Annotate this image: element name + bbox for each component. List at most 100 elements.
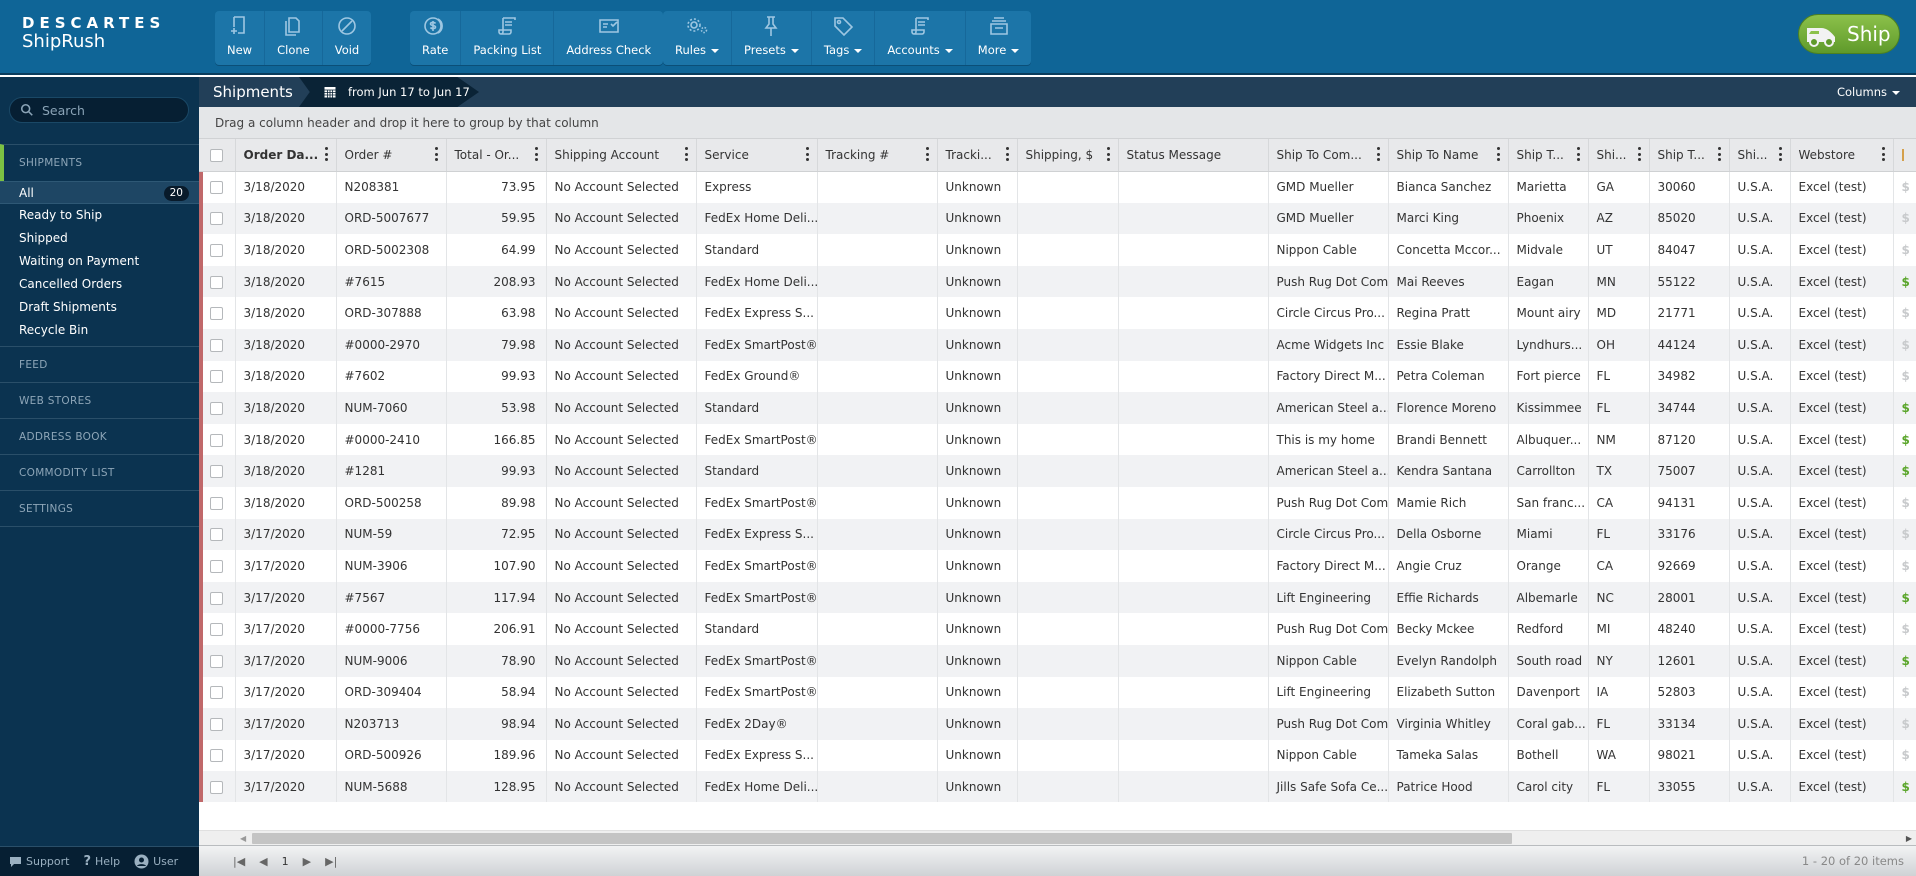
table-row[interactable]: 3/17/2020 NUM-9006 78.90 No Account Selecte… — [199, 644, 1916, 677]
cell-ship-to-state[interactable]: FL — [1588, 392, 1650, 424]
cell-tracking-status[interactable]: Unknown — [937, 486, 1018, 519]
cell-ship-to-company[interactable]: This is my home — [1268, 423, 1389, 456]
cell-tracking-number[interactable] — [817, 739, 938, 772]
cell-webstore[interactable]: Excel (test) — [1790, 676, 1894, 709]
cell-ship-to-city[interactable]: Albemarle — [1508, 581, 1589, 614]
cell-order-date[interactable]: 3/17/2020 — [235, 550, 337, 582]
row-checkbox[interactable] — [210, 275, 224, 289]
date-range-filter[interactable]: from Jun 17 to Jun 17 — [299, 77, 479, 107]
cell-order-number[interactable]: ORD-5002308 — [336, 234, 447, 266]
cell-ship-to-company[interactable]: Nippon Cable — [1268, 739, 1389, 772]
cell-shipping-cost[interactable] — [1017, 328, 1119, 361]
sidebar-section-commodity-list[interactable]: COMMODITY LIST — [0, 454, 199, 490]
row-select-cell[interactable] — [199, 550, 236, 582]
cell-order-number[interactable]: NUM-59 — [336, 518, 447, 551]
column-menu-icon[interactable] — [1106, 147, 1110, 161]
cell-status-message[interactable] — [1118, 613, 1269, 645]
column-menu-icon[interactable] — [1881, 147, 1885, 161]
cell-total[interactable]: 166.85 — [446, 423, 547, 456]
cell-ship-to-state[interactable]: FL — [1588, 360, 1650, 393]
table-row[interactable]: 3/18/2020 #0000-2970 79.98 No Account Selec… — [199, 328, 1916, 361]
row-select-cell[interactable] — [199, 392, 236, 424]
cell-ship-to-country[interactable]: U.S.A. — [1729, 265, 1791, 298]
cell-order-date[interactable]: 3/17/2020 — [235, 644, 337, 677]
cell-ship-to-country[interactable]: U.S.A. — [1729, 297, 1791, 329]
cell-ship-to-zip[interactable]: 34744 — [1649, 392, 1730, 424]
cell-shipping-account[interactable]: No Account Selected — [546, 423, 697, 456]
cell-order-number[interactable]: ORD-500926 — [336, 739, 447, 772]
cell-webstore[interactable]: Excel (test) — [1790, 234, 1894, 266]
cell-webstore[interactable]: Excel (test) — [1790, 392, 1894, 424]
cell-order-number[interactable]: #1281 — [336, 455, 447, 487]
cell-ship-to-name[interactable]: Evelyn Randolph — [1388, 644, 1509, 677]
sidebar-item-waiting-on-payment[interactable]: Waiting on Payment — [0, 250, 199, 273]
column-header-ship-to-city[interactable]: Ship T... — [1508, 139, 1589, 172]
cell-service[interactable]: FedEx SmartPost® — [696, 423, 818, 456]
column-menu-icon[interactable] — [1005, 147, 1009, 161]
rules-menu-button[interactable]: Rules — [663, 11, 733, 65]
row-select-cell[interactable] — [199, 644, 236, 677]
row-select-cell[interactable] — [199, 265, 236, 298]
cell-tracking-status[interactable]: Unknown — [937, 613, 1018, 645]
cell-total[interactable]: 128.95 — [446, 771, 547, 802]
cell-order-number[interactable]: ORD-500258 — [336, 486, 447, 519]
cell-status-message[interactable] — [1118, 265, 1269, 298]
cell-total[interactable]: 59.95 — [446, 202, 547, 235]
cell-tracking-status[interactable]: Unknown — [937, 265, 1018, 298]
cell-ship-to-zip[interactable]: 30060 — [1649, 171, 1730, 203]
sidebar-section-shipments[interactable]: SHIPMENTS — [0, 144, 199, 181]
cell-shipping-cost[interactable] — [1017, 613, 1119, 645]
cell-shipping-account[interactable]: No Account Selected — [546, 486, 697, 519]
cell-shipping-account[interactable]: No Account Selected — [546, 392, 697, 424]
column-menu-icon[interactable] — [1717, 147, 1721, 161]
column-menu-icon[interactable] — [324, 147, 328, 161]
cell-tracking-number[interactable] — [817, 486, 938, 519]
cell-service[interactable]: Express — [696, 171, 818, 203]
cell-ship-to-city[interactable]: Coral gab... — [1508, 708, 1589, 740]
cell-ship-to-city[interactable]: Miami — [1508, 518, 1589, 551]
cell-total[interactable]: 99.93 — [446, 455, 547, 487]
row-checkbox[interactable] — [210, 338, 224, 352]
row-checkbox[interactable] — [210, 370, 224, 384]
column-header-order-number[interactable]: Order # — [336, 139, 447, 172]
cell-status-message[interactable] — [1118, 297, 1269, 329]
table-row[interactable]: 3/18/2020 ORD-5007677 59.95 No Account Sele… — [199, 202, 1916, 235]
cell-service[interactable]: FedEx SmartPost® — [696, 644, 818, 677]
column-menu-icon[interactable] — [1637, 147, 1641, 161]
cell-order-date[interactable]: 3/18/2020 — [235, 202, 337, 235]
ship-button[interactable]: Ship — [1798, 14, 1900, 54]
cell-service[interactable]: FedEx SmartPost® — [696, 676, 818, 709]
cell-total[interactable]: 98.94 — [446, 708, 547, 740]
cell-ship-to-zip[interactable]: 28001 — [1649, 581, 1730, 614]
cell-order-date[interactable]: 3/18/2020 — [235, 328, 337, 361]
cell-ship-to-company[interactable]: Jills Safe Sofa Ce... — [1268, 771, 1389, 802]
row-select-cell[interactable] — [199, 202, 236, 235]
cell-tracking-number[interactable] — [817, 328, 938, 361]
cell-webstore[interactable]: Excel (test) — [1790, 518, 1894, 551]
rate-button[interactable]: Rate — [410, 11, 462, 65]
cell-ship-to-company[interactable]: Factory Direct M... — [1268, 360, 1389, 393]
column-menu-icon[interactable] — [1496, 147, 1500, 161]
column-header-status-message[interactable]: Status Message — [1118, 139, 1269, 172]
cell-ship-to-company[interactable]: Push Rug Dot Com — [1268, 708, 1389, 740]
row-checkbox[interactable] — [210, 243, 224, 257]
cell-order-number[interactable]: #0000-2410 — [336, 423, 447, 456]
cell-ship-to-city[interactable]: Eagan — [1508, 265, 1589, 298]
cell-ship-to-name[interactable]: Elizabeth Sutton — [1388, 676, 1509, 709]
cell-webstore[interactable]: Excel (test) — [1790, 171, 1894, 203]
cell-shipping-account[interactable]: No Account Selected — [546, 676, 697, 709]
cell-ship-to-company[interactable]: Push Rug Dot Com — [1268, 613, 1389, 645]
cell-shipping-account[interactable]: No Account Selected — [546, 360, 697, 393]
cell-tracking-status[interactable]: Unknown — [937, 297, 1018, 329]
cell-ship-to-name[interactable]: Brandi Bennett — [1388, 423, 1509, 456]
cell-order-number[interactable]: #7615 — [336, 265, 447, 298]
cell-service[interactable]: Standard — [696, 455, 818, 487]
sidebar-item-recycle-bin[interactable]: Recycle Bin — [0, 319, 199, 342]
cell-order-date[interactable]: 3/17/2020 — [235, 771, 337, 802]
cell-ship-to-company[interactable]: Lift Engineering — [1268, 676, 1389, 709]
cell-status-message[interactable] — [1118, 550, 1269, 582]
column-menu-icon[interactable] — [534, 147, 538, 161]
column-menu-icon[interactable] — [1576, 147, 1580, 161]
cell-ship-to-city[interactable]: Carrollton — [1508, 455, 1589, 487]
row-select-cell[interactable] — [199, 518, 236, 551]
